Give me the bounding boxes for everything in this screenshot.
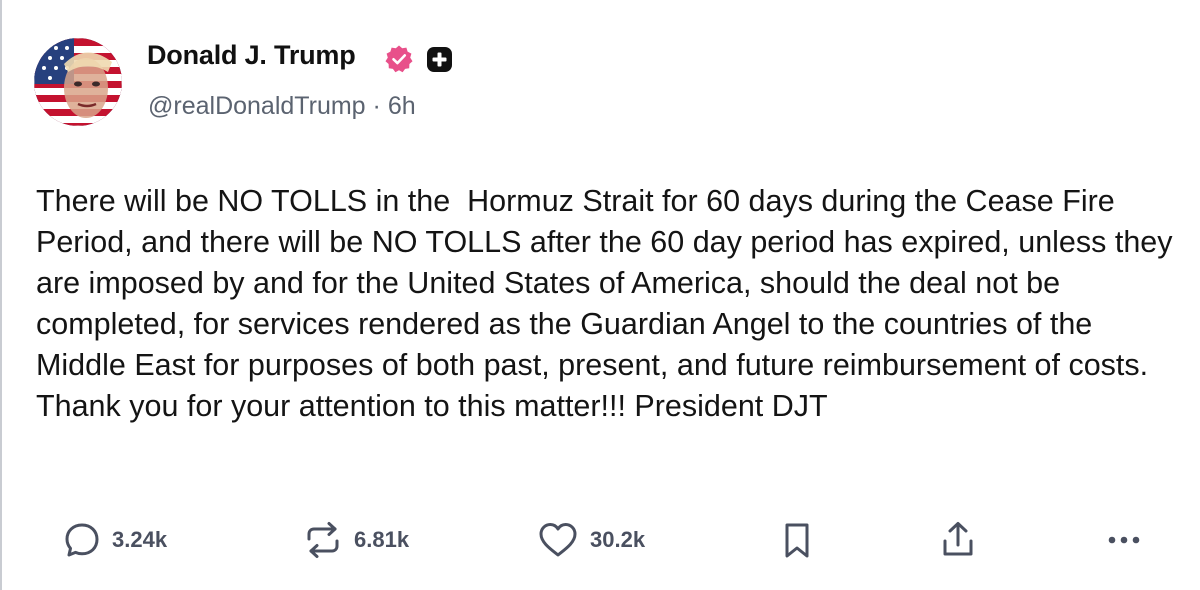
post-body-text: There will be NO TOLLS in the Hormuz Str… xyxy=(36,184,1181,423)
reply-button[interactable]: 3.24k xyxy=(62,510,167,570)
action-bar: 3.24k 6.81k 30.2k xyxy=(0,510,1200,570)
post-card: Donald J. Trump @realDonaldTrump · 6h Th… xyxy=(0,0,1200,590)
more-button[interactable] xyxy=(1104,510,1144,570)
bookmark-button[interactable] xyxy=(780,510,814,570)
meta-separator: · xyxy=(372,92,381,120)
heart-icon xyxy=(539,523,577,557)
author-meta: @realDonaldTrump · 6h xyxy=(148,92,416,121)
share-button[interactable] xyxy=(940,510,976,570)
post-timestamp[interactable]: 6h xyxy=(388,92,416,120)
reply-count: 3.24k xyxy=(112,527,168,552)
like-count: 30.2k xyxy=(590,527,646,552)
author-avatar[interactable] xyxy=(34,38,122,126)
avatar-image xyxy=(34,38,122,126)
author-display-name[interactable]: Donald J. Trump xyxy=(147,40,356,71)
share-icon xyxy=(943,522,973,556)
verified-badge-icon xyxy=(385,45,413,73)
like-button[interactable]: 30.2k xyxy=(536,510,645,570)
plus-badge-icon xyxy=(427,47,452,72)
comment-icon xyxy=(65,523,99,557)
author-handle[interactable]: @realDonaldTrump xyxy=(148,92,366,120)
bookmark-icon xyxy=(785,523,809,558)
repost-icon xyxy=(307,522,339,558)
repost-button[interactable]: 6.81k xyxy=(302,510,409,570)
more-icon xyxy=(1108,536,1140,544)
repost-count: 6.81k xyxy=(354,527,410,552)
